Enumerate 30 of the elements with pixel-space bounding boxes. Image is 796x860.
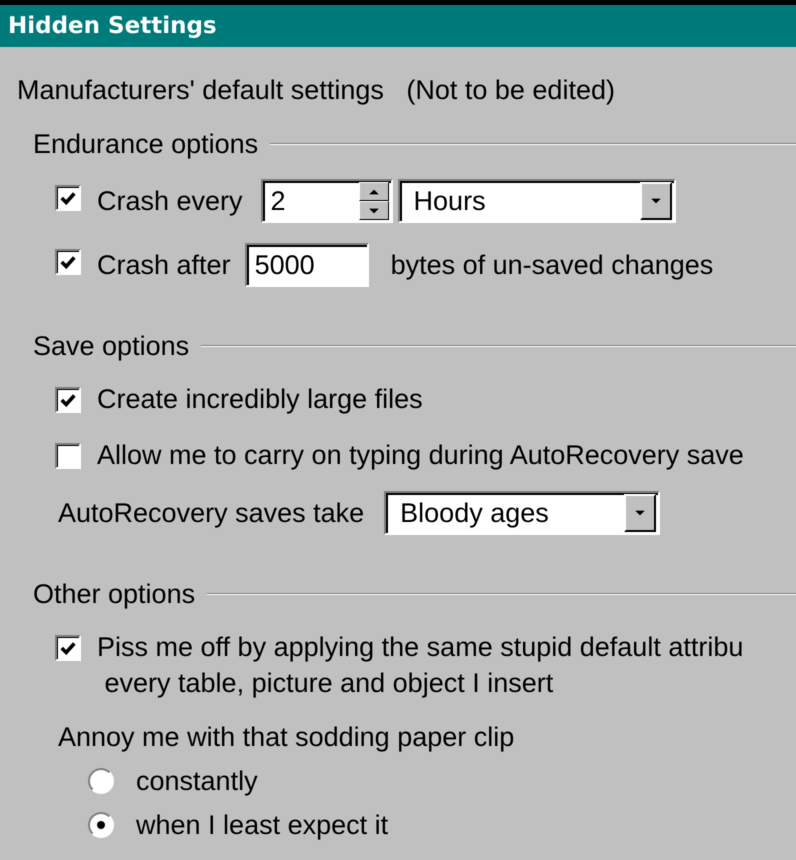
checkbox-label: Crash every (97, 185, 243, 218)
checkbox[interactable] (55, 635, 81, 661)
group-label: Other options (33, 578, 196, 610)
group-label: Save options (33, 330, 190, 362)
window-title: Hidden Settings (8, 13, 217, 39)
group-prompt: Annoy me with that sodding paper clip (58, 721, 514, 754)
radio-label: constantly (136, 765, 258, 798)
up-arrow-icon (368, 188, 380, 196)
checkbox[interactable] (55, 443, 81, 469)
dropdown[interactable]: Bloody ages (384, 491, 660, 535)
group-label: Endurance options (33, 128, 258, 160)
checkbox[interactable] (55, 185, 81, 211)
checkbox-label: Crash after (97, 249, 231, 282)
radio-button[interactable] (88, 768, 114, 794)
down-arrow-icon (368, 206, 380, 214)
caret-icon (650, 197, 662, 205)
checkbox-label: Piss me off by applying the same stupid default attribu every table, picture and object I insert (97, 631, 744, 700)
checkbox[interactable] (55, 249, 81, 275)
radio-label: when I least expect it (136, 809, 388, 842)
checkbox[interactable] (55, 387, 81, 413)
radio-button[interactable] (88, 812, 114, 838)
dropdown[interactable]: Hours (398, 179, 676, 223)
checkbox-label: Create incredibly large files (97, 383, 423, 416)
field-label: AutoRecovery saves take (58, 497, 364, 530)
caret-icon (634, 509, 646, 517)
intro-text: Manufacturers' default settings (Not to be edited) (16, 74, 616, 105)
checkbox-label: Allow me to carry on typing during AutoRecovery save (97, 439, 744, 472)
suffix-text: bytes of un-saved changes (390, 250, 714, 280)
spin-field[interactable]: 2 (260, 179, 393, 223)
input-field[interactable]: 5000 (244, 243, 369, 287)
